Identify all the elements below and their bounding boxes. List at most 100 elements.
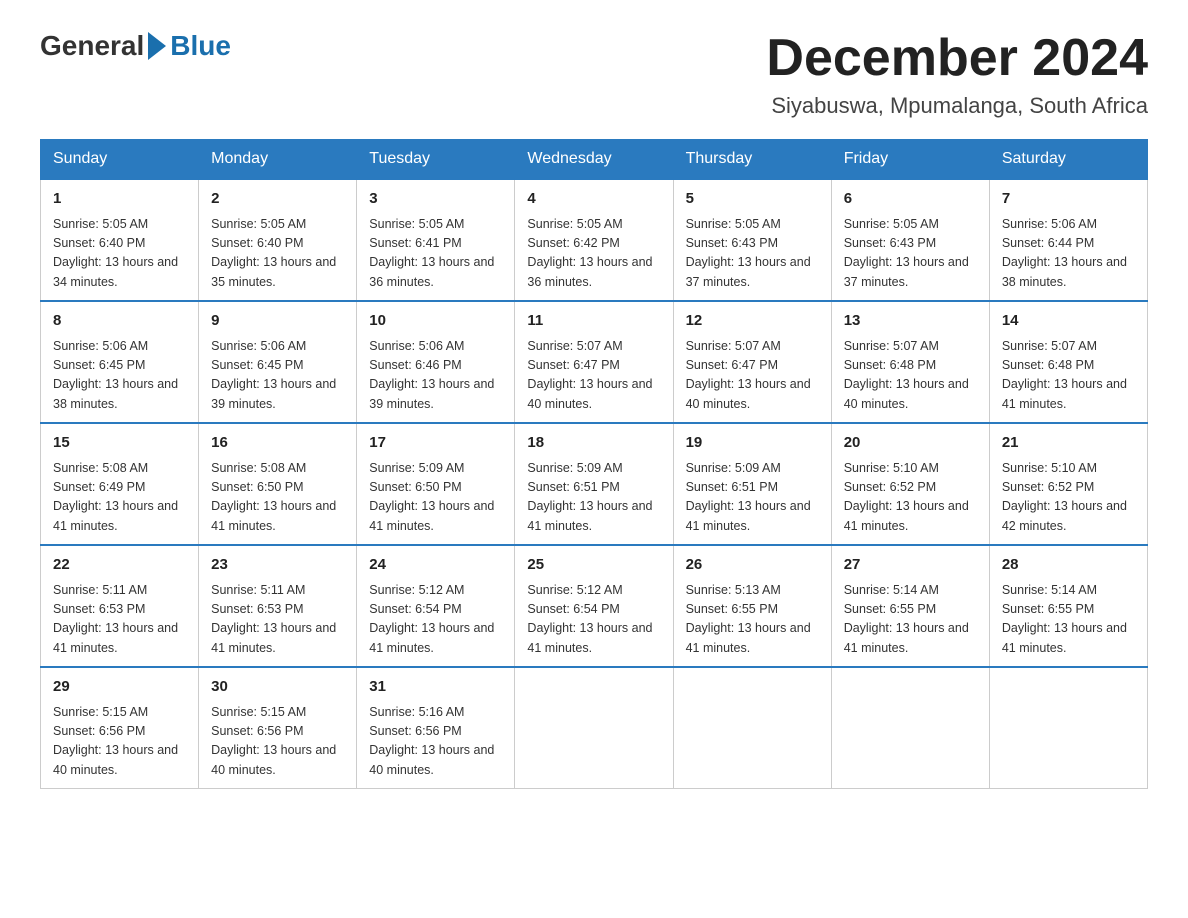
- day-info: Sunrise: 5:07 AMSunset: 6:48 PMDaylight:…: [844, 337, 977, 415]
- day-number: 3: [369, 188, 502, 211]
- calendar-cell: 14 Sunrise: 5:07 AMSunset: 6:48 PMDayligh…: [989, 301, 1147, 423]
- calendar-cell: 1Sunrise: 5:05 AMSunset: 6:40 PMDaylight…: [41, 179, 199, 301]
- logo-arrow-icon: [148, 32, 166, 60]
- calendar-cell: 23Sunrise: 5:11 AMSunset: 6:53 PMDayligh…: [199, 545, 357, 667]
- calendar-cell: 29 Sunrise: 5:15 AMSunset: 6:56 PMDayligh…: [41, 667, 199, 789]
- day-number: 6: [844, 188, 977, 211]
- day-info: Sunrise: 5:08 AMSunset: 6:50 PMDaylight:…: [211, 459, 344, 537]
- day-info: Sunrise: 5:10 AMSunset: 6:52 PMDaylight:…: [844, 459, 977, 537]
- day-info: Sunrise: 5:06 AMSunset: 6:44 PMDaylight:…: [1002, 215, 1135, 293]
- day-info: Sunrise: 5:05 AMSunset: 6:41 PMDaylight:…: [369, 215, 502, 293]
- day-info: Sunrise: 5:09 AMSunset: 6:51 PMDaylight:…: [686, 459, 819, 537]
- day-number: 19: [686, 432, 819, 455]
- weekday-header-saturday: Saturday: [989, 140, 1147, 180]
- day-info: Sunrise: 5:10 AMSunset: 6:52 PMDaylight:…: [1002, 459, 1135, 537]
- calendar-cell: 9Sunrise: 5:06 AMSunset: 6:45 PMDaylight…: [199, 301, 357, 423]
- day-info: Sunrise: 5:07 AMSunset: 6:48 PMDaylight:…: [1002, 337, 1135, 415]
- logo: General Blue: [40, 30, 231, 62]
- day-number: 27: [844, 554, 977, 577]
- day-number: 21: [1002, 432, 1135, 455]
- calendar-cell: 6 Sunrise: 5:05 AMSunset: 6:43 PMDaylight…: [831, 179, 989, 301]
- day-info: Sunrise: 5:12 AMSunset: 6:54 PMDaylight:…: [527, 581, 660, 659]
- day-info: Sunrise: 5:15 AMSunset: 6:56 PMDaylight:…: [211, 703, 344, 781]
- calendar-cell: 5Sunrise: 5:05 AMSunset: 6:43 PMDaylight…: [673, 179, 831, 301]
- day-number: 18: [527, 432, 660, 455]
- day-info: Sunrise: 5:08 AMSunset: 6:49 PMDaylight:…: [53, 459, 186, 537]
- page-header: General Blue December 2024 Siyabuswa, Mp…: [40, 30, 1148, 119]
- weekday-header-tuesday: Tuesday: [357, 140, 515, 180]
- calendar-cell: 30Sunrise: 5:15 AMSunset: 6:56 PMDayligh…: [199, 667, 357, 789]
- week-row-1: 1 Sunrise: 5:05 AMSunset: 6:40 PMDaylight…: [41, 179, 1148, 301]
- logo-general-text: General: [40, 30, 144, 62]
- calendar-subtitle: Siyabuswa, Mpumalanga, South Africa: [766, 93, 1148, 119]
- weekday-header-thursday: Thursday: [673, 140, 831, 180]
- day-number: 12: [686, 310, 819, 333]
- calendar-cell: [673, 667, 831, 789]
- day-info: Sunrise: 5:06 AMSunset: 6:45 PMDaylight:…: [211, 337, 344, 415]
- logo-blue-text: Blue: [170, 30, 231, 62]
- calendar-cell: 15 Sunrise: 5:08 AMSunset: 6:49 PMDayligh…: [41, 423, 199, 545]
- calendar-cell: [831, 667, 989, 789]
- calendar-cell: 31Sunrise: 5:16 AMSunset: 6:56 PMDayligh…: [357, 667, 515, 789]
- day-info: Sunrise: 5:06 AMSunset: 6:46 PMDaylight:…: [369, 337, 502, 415]
- day-number: 2: [211, 188, 344, 211]
- week-row-3: 15 Sunrise: 5:08 AMSunset: 6:49 PMDayligh…: [41, 423, 1148, 545]
- calendar-cell: 7 Sunrise: 5:06 AMSunset: 6:44 PMDaylight…: [989, 179, 1147, 301]
- calendar-cell: 22 Sunrise: 5:11 AMSunset: 6:53 PMDayligh…: [41, 545, 199, 667]
- day-info: Sunrise: 5:14 AMSunset: 6:55 PMDaylight:…: [844, 581, 977, 659]
- day-number: 11: [527, 310, 660, 333]
- calendar-cell: [989, 667, 1147, 789]
- calendar-cell: 17 Sunrise: 5:09 AMSunset: 6:50 PMDayligh…: [357, 423, 515, 545]
- weekday-header-wednesday: Wednesday: [515, 140, 673, 180]
- day-number: 25: [527, 554, 660, 577]
- day-info: Sunrise: 5:05 AMSunset: 6:40 PMDaylight:…: [211, 215, 344, 293]
- calendar-cell: 10Sunrise: 5:06 AMSunset: 6:46 PMDayligh…: [357, 301, 515, 423]
- weekday-header-friday: Friday: [831, 140, 989, 180]
- day-info: Sunrise: 5:11 AMSunset: 6:53 PMDaylight:…: [53, 581, 186, 659]
- day-number: 14: [1002, 310, 1135, 333]
- calendar-table: SundayMondayTuesdayWednesdayThursdayFrid…: [40, 139, 1148, 789]
- calendar-cell: 2 Sunrise: 5:05 AMSunset: 6:40 PMDaylight…: [199, 179, 357, 301]
- day-number: 20: [844, 432, 977, 455]
- week-row-5: 29 Sunrise: 5:15 AMSunset: 6:56 PMDayligh…: [41, 667, 1148, 789]
- day-info: Sunrise: 5:13 AMSunset: 6:55 PMDaylight:…: [686, 581, 819, 659]
- calendar-cell: 13Sunrise: 5:07 AMSunset: 6:48 PMDayligh…: [831, 301, 989, 423]
- calendar-cell: 18Sunrise: 5:09 AMSunset: 6:51 PMDayligh…: [515, 423, 673, 545]
- day-info: Sunrise: 5:05 AMSunset: 6:43 PMDaylight:…: [686, 215, 819, 293]
- day-number: 24: [369, 554, 502, 577]
- day-info: Sunrise: 5:14 AMSunset: 6:55 PMDaylight:…: [1002, 581, 1135, 659]
- day-number: 7: [1002, 188, 1135, 211]
- day-number: 1: [53, 188, 186, 211]
- day-number: 28: [1002, 554, 1135, 577]
- day-number: 8: [53, 310, 186, 333]
- day-number: 15: [53, 432, 186, 455]
- day-info: Sunrise: 5:05 AMSunset: 6:43 PMDaylight:…: [844, 215, 977, 293]
- calendar-cell: 3 Sunrise: 5:05 AMSunset: 6:41 PMDaylight…: [357, 179, 515, 301]
- calendar-cell: 16 Sunrise: 5:08 AMSunset: 6:50 PMDayligh…: [199, 423, 357, 545]
- day-number: 17: [369, 432, 502, 455]
- day-number: 16: [211, 432, 344, 455]
- calendar-cell: 4 Sunrise: 5:05 AMSunset: 6:42 PMDaylight…: [515, 179, 673, 301]
- weekday-header-monday: Monday: [199, 140, 357, 180]
- calendar-title: December 2024: [766, 30, 1148, 87]
- day-number: 29: [53, 676, 186, 699]
- day-number: 26: [686, 554, 819, 577]
- day-number: 31: [369, 676, 502, 699]
- weekday-header-sunday: Sunday: [41, 140, 199, 180]
- calendar-cell: 11Sunrise: 5:07 AMSunset: 6:47 PMDayligh…: [515, 301, 673, 423]
- day-number: 23: [211, 554, 344, 577]
- day-info: Sunrise: 5:06 AMSunset: 6:45 PMDaylight:…: [53, 337, 186, 415]
- calendar-cell: 28 Sunrise: 5:14 AMSunset: 6:55 PMDayligh…: [989, 545, 1147, 667]
- day-info: Sunrise: 5:15 AMSunset: 6:56 PMDaylight:…: [53, 703, 186, 781]
- day-info: Sunrise: 5:12 AMSunset: 6:54 PMDaylight:…: [369, 581, 502, 659]
- title-section: December 2024 Siyabuswa, Mpumalanga, Sou…: [766, 30, 1148, 119]
- calendar-cell: [515, 667, 673, 789]
- calendar-cell: 25 Sunrise: 5:12 AMSunset: 6:54 PMDayligh…: [515, 545, 673, 667]
- calendar-cell: 19 Sunrise: 5:09 AMSunset: 6:51 PMDayligh…: [673, 423, 831, 545]
- day-info: Sunrise: 5:09 AMSunset: 6:50 PMDaylight:…: [369, 459, 502, 537]
- day-number: 22: [53, 554, 186, 577]
- day-info: Sunrise: 5:05 AMSunset: 6:42 PMDaylight:…: [527, 215, 660, 293]
- calendar-cell: 27 Sunrise: 5:14 AMSunset: 6:55 PMDayligh…: [831, 545, 989, 667]
- day-number: 4: [527, 188, 660, 211]
- calendar-cell: 8 Sunrise: 5:06 AMSunset: 6:45 PMDaylight…: [41, 301, 199, 423]
